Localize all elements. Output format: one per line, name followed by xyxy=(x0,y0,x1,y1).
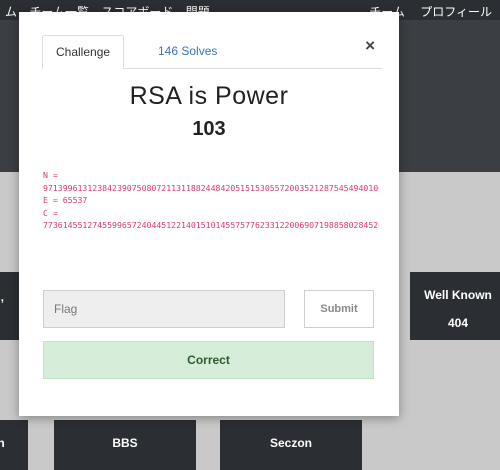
challenge-card-points: 404 xyxy=(447,316,469,330)
flag-input[interactable] xyxy=(43,290,285,328)
challenge-card-name: Seczon xyxy=(269,436,312,450)
challenge-modal: × Challenge 146 Solves RSA is Power 103 … xyxy=(19,12,399,416)
description-line: 7736145512745599657240445122140151014557… xyxy=(43,220,379,230)
challenge-title: RSA is Power xyxy=(129,82,289,110)
challenge-card-name: BBS xyxy=(112,436,138,450)
challenge-card-name: on xyxy=(0,436,5,450)
description-line: 9713996131238423907508072113118824484205… xyxy=(43,182,379,193)
challenge-description: N = 9713996131238423907508072113118824484… xyxy=(43,169,379,232)
modal-tabs: Challenge 146 Solves xyxy=(42,35,382,69)
challenge-card-name: di, xyxy=(0,290,4,304)
description-line: N = xyxy=(43,170,58,180)
description-line: C = xyxy=(43,207,58,218)
tab-solves[interactable]: 146 Solves xyxy=(145,35,230,67)
challenge-card[interactable]: di, xyxy=(0,272,20,340)
submit-button[interactable]: Submit xyxy=(304,290,374,328)
description-line: E = 65537 xyxy=(43,195,88,205)
nav-item-profile[interactable]: プロフィール xyxy=(420,5,492,19)
challenge-card-name: Well Known xyxy=(424,288,492,302)
challenge-card[interactable]: Well Known 404 xyxy=(410,272,500,340)
tab-challenge[interactable]: Challenge xyxy=(42,35,125,69)
nav-item-team-partial[interactable]: ム xyxy=(5,5,17,19)
challenge-value: 103 xyxy=(192,118,226,140)
result-message: Correct xyxy=(43,341,374,379)
